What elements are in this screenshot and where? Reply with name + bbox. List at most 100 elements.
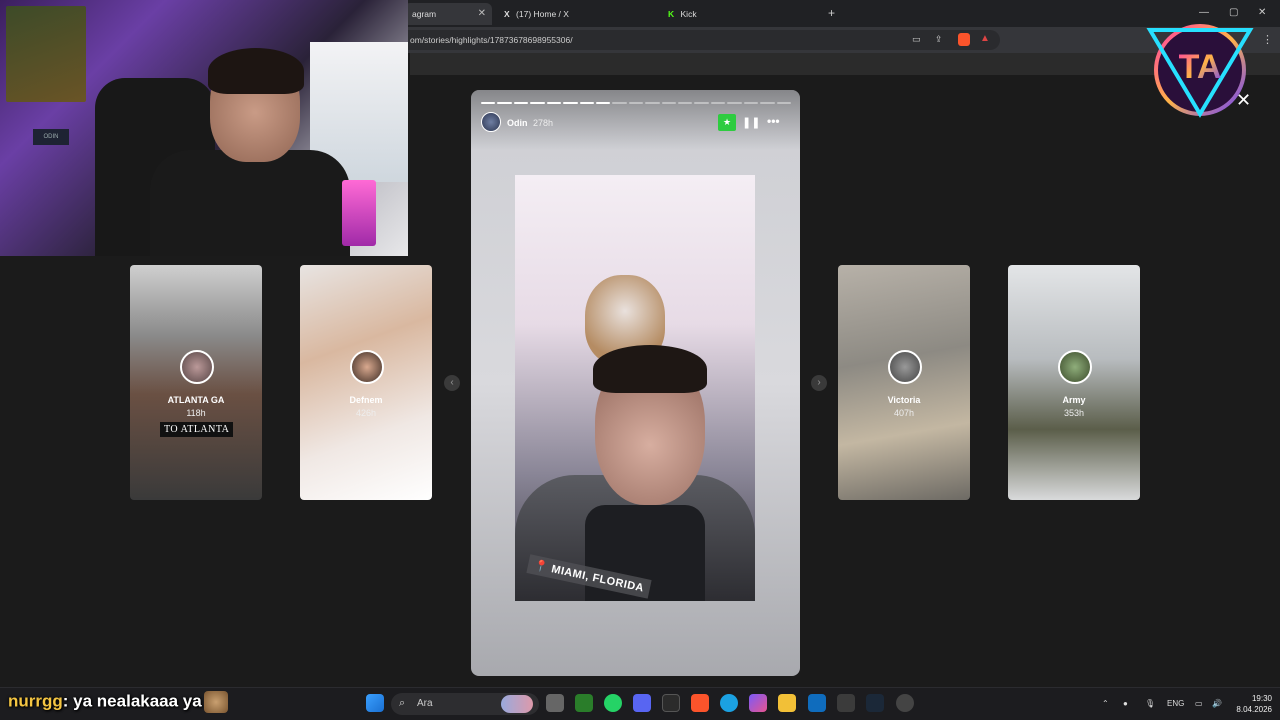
minimize-button[interactable]: —	[1199, 7, 1209, 18]
story-progress-segment	[481, 102, 496, 104]
clock-date: 8.04.2026	[1236, 705, 1272, 714]
story-progress-segment	[530, 102, 545, 104]
story-progress-segment	[661, 102, 677, 104]
store-icon[interactable]	[837, 694, 855, 712]
highlight-name: Defnem	[349, 395, 383, 405]
chat-text: : ya nealakaaa ya	[62, 691, 202, 711]
highlight-name: Victoria	[887, 395, 921, 405]
star-icon[interactable]: ★	[718, 114, 736, 131]
story-progress-segment	[743, 102, 759, 104]
highlight-card-atlanta[interactable]: ATLANTA GA 118h TO ATLANTA	[130, 265, 262, 500]
x-logo-icon: X	[504, 9, 510, 19]
story-progress-segment	[513, 102, 529, 104]
tab-kick[interactable]: K Kick	[660, 3, 820, 25]
story-progress-segment	[678, 102, 693, 104]
highlight-card-victoria[interactable]: Victoria 407h	[838, 265, 970, 500]
highlight-avatar	[1058, 350, 1092, 384]
story-progress-segment	[645, 102, 660, 104]
system-clock[interactable]: 19:30 8.04.2026	[1232, 693, 1272, 715]
story-progress-segment	[563, 102, 578, 104]
logo-text: TA	[1179, 48, 1222, 86]
story-progress-segment	[760, 102, 775, 104]
highlight-avatar	[888, 350, 922, 384]
streamer-hair	[208, 48, 304, 94]
avatar[interactable]	[481, 112, 501, 132]
story-progress-segment	[628, 102, 644, 104]
brave-icon[interactable]	[691, 694, 709, 712]
tab-label: Kick	[680, 9, 697, 19]
new-tab-button[interactable]: +	[828, 6, 835, 20]
discord-icon[interactable]	[633, 694, 651, 712]
highlight-avatar	[350, 350, 384, 384]
highlight-age: 118h	[186, 408, 206, 418]
highlight-age: 353h	[1063, 408, 1085, 418]
clock-time: 19:30	[1251, 694, 1272, 703]
highlight-name: ATLANTA GA	[167, 395, 225, 405]
share-icon[interactable]: ⇪	[935, 34, 943, 45]
settings-icon[interactable]	[896, 694, 914, 712]
story-progress-segment	[595, 102, 611, 104]
chat-message: nurrgg: ya nealakaaa ya	[8, 691, 228, 713]
kick-logo-icon: K	[668, 9, 675, 19]
next-story-button[interactable]: ›	[811, 375, 827, 391]
mail-icon[interactable]	[808, 694, 826, 712]
close-icon[interactable]: ✕	[1236, 90, 1251, 111]
pc-case	[342, 180, 376, 246]
chevron-up-icon[interactable]: ⌃	[1102, 699, 1109, 708]
steam-icon[interactable]	[866, 694, 884, 712]
app-icon[interactable]	[662, 694, 680, 712]
tab-label: (17) Home / X	[516, 9, 569, 19]
maximize-button[interactable]: ▢	[1229, 7, 1238, 18]
highlight-card-defnem[interactable]: Defnem 426h	[300, 265, 432, 500]
story-progress-segment	[710, 102, 726, 104]
app-tray-icon[interactable]: ●	[1123, 699, 1128, 708]
story-progress-segment	[546, 102, 562, 104]
volume-icon[interactable]: 🔊	[1212, 699, 1222, 708]
taskbar-search[interactable]: ⌕ Ara	[391, 693, 539, 715]
language-indicator[interactable]: ENG	[1167, 699, 1184, 708]
xbox-icon[interactable]	[575, 694, 593, 712]
highlight-age: 426h	[355, 408, 377, 418]
story-progress-segment	[497, 102, 512, 104]
edge-icon[interactable]	[720, 694, 738, 712]
search-icon: ⌕	[399, 697, 406, 709]
highlight-age: 407h	[893, 408, 915, 418]
pause-icon[interactable]: ❚❚	[742, 116, 760, 129]
menu-icon[interactable]: ⋮	[1262, 33, 1273, 46]
story-progress-segment	[727, 102, 742, 104]
story-viewer[interactable]: 📍 MIAMI, FLORIDA Odin 278h ★ ❚❚ •••	[471, 90, 800, 676]
copilot-icon[interactable]	[749, 694, 767, 712]
search-highlight-icon	[501, 695, 533, 713]
wall-sign: ODIN	[33, 129, 69, 145]
webcam-overlay: ODIN	[0, 0, 408, 256]
windows-start-icon[interactable]	[366, 694, 384, 712]
person-hair	[593, 345, 707, 393]
highlight-name: Army	[1062, 395, 1086, 405]
close-icon[interactable]: ✕	[478, 8, 486, 19]
task-view-icon[interactable]	[546, 694, 564, 712]
emote-icon	[203, 691, 228, 713]
story-progress-segment	[694, 102, 709, 104]
file-explorer-icon[interactable]	[778, 694, 796, 712]
whatsapp-icon[interactable]	[604, 694, 622, 712]
story-progress-segment	[612, 102, 627, 104]
brave-shield-icon[interactable]	[958, 33, 970, 46]
microphone-icon[interactable]: 🎙	[1145, 699, 1155, 708]
tab-instagram[interactable]: agram ✕	[404, 3, 492, 25]
network-icon[interactable]: ▭	[1195, 699, 1203, 708]
tab-x-home[interactable]: X (17) Home / X	[496, 3, 656, 25]
story-progress-segment	[579, 102, 594, 104]
highlight-card-army[interactable]: Army 353h	[1008, 265, 1140, 500]
cast-icon[interactable]: ▭	[912, 34, 921, 45]
brave-rewards-icon[interactable]: ▲	[980, 33, 990, 44]
wall-painting	[6, 6, 86, 102]
url-text: om/stories/highlights/17873678698955306/	[410, 35, 573, 45]
story-photo: 📍 MIAMI, FLORIDA	[515, 175, 755, 601]
tab-label: agram	[412, 9, 437, 19]
story-username[interactable]: Odin	[507, 118, 528, 128]
chat-username: nurrgg	[8, 691, 63, 711]
more-options-icon[interactable]: •••	[767, 114, 780, 128]
close-window-button[interactable]: ✕	[1258, 7, 1266, 18]
highlight-caption: TO ATLANTA	[160, 422, 234, 437]
previous-story-button[interactable]: ‹	[444, 375, 460, 391]
